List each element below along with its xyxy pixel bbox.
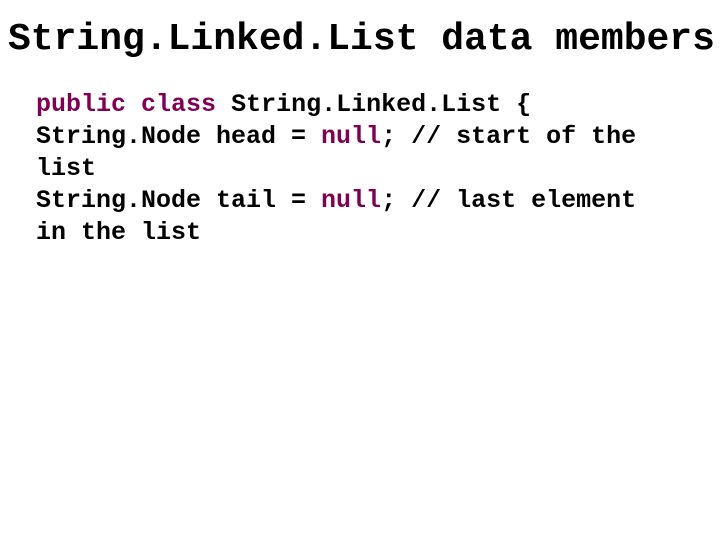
code-line-head: String.Node head =: [36, 122, 321, 151]
code-line-tail: String.Node tail =: [36, 186, 321, 215]
code-block: public class String.Linked.List { String…: [0, 61, 676, 249]
slide: String.Linked.List data members public c…: [0, 0, 720, 540]
keyword-class: class: [141, 90, 216, 119]
keyword-null-1: null: [321, 122, 381, 151]
class-name: String.Linked.List {: [231, 90, 531, 119]
keyword-public: public: [36, 90, 126, 119]
slide-title: String.Linked.List data members: [0, 0, 720, 61]
keyword-null-2: null: [321, 186, 381, 215]
